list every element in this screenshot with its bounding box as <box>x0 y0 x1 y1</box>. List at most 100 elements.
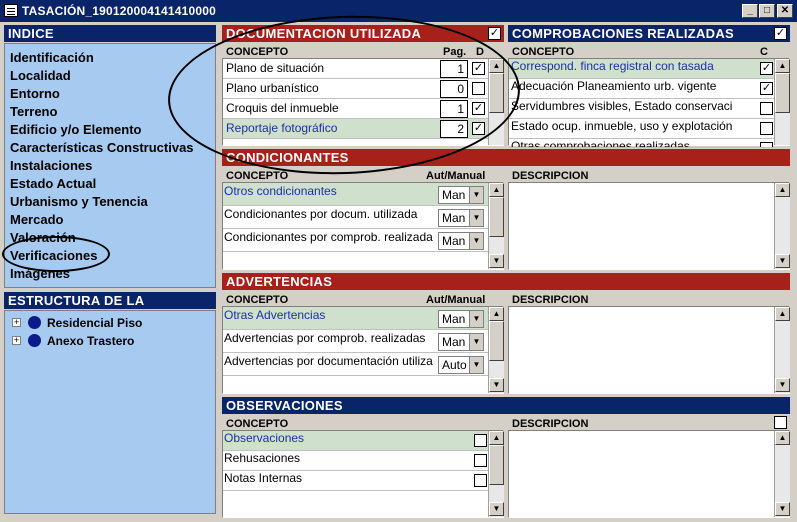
scroll-up-icon[interactable]: ▲ <box>489 307 504 321</box>
condicionantes-row-label: Condicionantes por comprob. realizada <box>224 230 433 244</box>
indice-item[interactable]: Urbanismo y Tenencia <box>10 194 148 209</box>
scroll-down-icon[interactable]: ▼ <box>775 254 790 268</box>
scroll-up-icon[interactable]: ▲ <box>775 431 790 445</box>
comp-row[interactable]: Correspond. finca registral con tasada ✓ <box>509 59 774 79</box>
advertencias-row[interactable]: Advertencias por documentación utiliza Au… <box>223 353 488 376</box>
indice-item[interactable]: Instalaciones <box>10 158 92 173</box>
node-icon <box>28 334 41 347</box>
comp-checkbox[interactable] <box>760 142 773 147</box>
close-button[interactable]: ✕ <box>777 4 793 18</box>
condicionantes-mode-select[interactable]: Man ▼ <box>438 186 484 204</box>
comp-col-concepto: CONCEPTO <box>512 46 575 58</box>
scroll-down-icon[interactable]: ▼ <box>489 254 504 268</box>
advertencias-descripcion[interactable] <box>508 306 790 394</box>
indice-item[interactable]: Terreno <box>10 104 57 119</box>
cond-desc-scrollbar[interactable]: ▲ ▼ <box>774 183 790 269</box>
scroll-up-icon[interactable]: ▲ <box>775 307 790 321</box>
scroll-up-icon[interactable]: ▲ <box>775 183 790 197</box>
condicionantes-row-label: Otros condicionantes <box>224 184 337 198</box>
cond-col-aut: Aut/Manual <box>426 170 486 182</box>
comp-row-label: Servidumbres visibles, Estado conservaci <box>511 99 733 113</box>
scroll-thumb[interactable] <box>489 197 504 237</box>
scroll-down-icon[interactable]: ▼ <box>775 378 790 392</box>
comp-checkbox[interactable]: ✓ <box>760 82 773 95</box>
annotation-ellipse-verificaciones <box>2 236 110 272</box>
estructura-header: ESTRUCTURA DE LA TASACION <box>4 292 216 325</box>
scroll-up-icon[interactable]: ▲ <box>489 431 504 445</box>
indice-item[interactable]: Edificio y/o Elemento <box>10 122 141 137</box>
dropdown-arrow-icon[interactable]: ▼ <box>469 233 483 249</box>
condicionantes-descripcion[interactable] <box>508 182 790 270</box>
obs-row[interactable]: Rehusaciones <box>223 451 488 471</box>
indice-item[interactable]: Entorno <box>10 86 60 101</box>
dropdown-arrow-icon[interactable]: ▼ <box>469 357 483 373</box>
advertencias-row[interactable]: Advertencias por comprob. realizadas Man ▼ <box>223 330 488 353</box>
scroll-up-icon[interactable]: ▲ <box>775 59 790 73</box>
advertencias-mode-select[interactable]: Auto ▼ <box>438 356 484 374</box>
comp-row-label: Adecuación Planeamiento urb. vigente <box>511 79 717 93</box>
adv-col-aut: Aut/Manual <box>426 294 486 306</box>
advertencias-header: ADVERTENCIAS <box>222 273 790 290</box>
observaciones-header: OBSERVACIONES <box>222 397 790 414</box>
advertencias-mode-select[interactable]: Man ▼ <box>438 333 484 351</box>
observaciones-header-checkbox[interactable] <box>774 416 787 429</box>
adv-desc-scrollbar[interactable]: ▲ ▼ <box>774 307 790 393</box>
scroll-thumb[interactable] <box>489 445 504 485</box>
tree-item-anexo-trastero[interactable]: Anexo Trastero <box>47 334 134 348</box>
obs-row-label: Notas Internas <box>224 471 303 485</box>
obs-row-label: Observaciones <box>224 431 305 445</box>
indice-item[interactable]: Localidad <box>10 68 71 83</box>
scroll-thumb[interactable] <box>489 321 504 361</box>
comp-checkbox[interactable] <box>760 102 773 115</box>
scroll-up-icon[interactable]: ▲ <box>489 183 504 197</box>
expand-icon[interactable]: + <box>12 336 21 345</box>
scroll-down-icon[interactable]: ▼ <box>775 502 790 516</box>
indice-item[interactable]: Características Constructivas <box>10 140 194 155</box>
expand-icon[interactable]: + <box>12 318 21 327</box>
adv-col-desc: DESCRIPCION <box>512 294 589 306</box>
obs-checkbox[interactable] <box>474 454 487 467</box>
scroll-thumb[interactable] <box>775 73 790 113</box>
comp-row[interactable]: Otras comprobaciones realizadas <box>509 139 774 148</box>
window-title: TASACIÓN_190120004141410000 <box>22 4 216 18</box>
obs-row[interactable]: Observaciones <box>223 431 488 451</box>
scroll-down-icon[interactable]: ▼ <box>489 502 504 516</box>
comp-checkbox[interactable] <box>760 122 773 135</box>
indice-item[interactable]: Mercado <box>10 212 63 227</box>
condicionantes-mode-select[interactable]: Man ▼ <box>438 209 484 227</box>
dropdown-arrow-icon[interactable]: ▼ <box>469 187 483 203</box>
obs-checkbox[interactable] <box>474 474 487 487</box>
comp-row-label: Correspond. finca registral con tasada <box>511 59 714 73</box>
maximize-button[interactable]: □ <box>759 4 775 18</box>
adv-scrollbar[interactable]: ▲ ▼ <box>488 307 504 393</box>
cond-col-desc: DESCRIPCION <box>512 170 589 182</box>
advertencias-row[interactable]: Otras Advertencias Man ▼ <box>223 307 488 330</box>
obs-row[interactable]: Notas Internas <box>223 471 488 491</box>
scroll-down-icon[interactable]: ▼ <box>489 378 504 392</box>
dropdown-arrow-icon[interactable]: ▼ <box>469 210 483 226</box>
obs-scrollbar[interactable]: ▲ ▼ <box>488 431 504 517</box>
condicionantes-row[interactable]: Condicionantes por comprob. realizada Man… <box>223 229 488 252</box>
comp-checkbox[interactable]: ✓ <box>760 62 773 75</box>
comp-row[interactable]: Servidumbres visibles, Estado conservaci <box>509 99 774 119</box>
condicionantes-row[interactable]: Otros condicionantes Man ▼ <box>223 183 488 206</box>
comp-row[interactable]: Adecuación Planeamiento urb. vigente ✓ <box>509 79 774 99</box>
condicionantes-mode-select[interactable]: Man ▼ <box>438 232 484 250</box>
observaciones-descripcion[interactable] <box>508 430 790 518</box>
comprobaciones-header: COMPROBACIONES REALIZADAS <box>508 25 790 42</box>
comprobaciones-header-checkbox[interactable]: ✓ <box>774 27 787 40</box>
dropdown-arrow-icon[interactable]: ▼ <box>469 334 483 350</box>
minimize-button[interactable]: _ <box>742 4 758 18</box>
indice-item[interactable]: Identificación <box>10 50 94 65</box>
obs-desc-scrollbar[interactable]: ▲ ▼ <box>774 431 790 517</box>
obs-checkbox[interactable] <box>474 434 487 447</box>
tree-item-residencial-piso[interactable]: Residencial Piso <box>47 316 142 330</box>
indice-item[interactable]: Estado Actual <box>10 176 96 191</box>
advertencias-mode-select[interactable]: Man ▼ <box>438 310 484 328</box>
comp-row[interactable]: Estado ocup. inmueble, uso y explotación <box>509 119 774 139</box>
dropdown-arrow-icon[interactable]: ▼ <box>469 311 483 327</box>
cond-scrollbar[interactable]: ▲ ▼ <box>488 183 504 269</box>
comp-scrollbar[interactable]: ▲ <box>774 59 790 145</box>
documentacion-header-checkbox[interactable]: ✓ <box>488 27 501 40</box>
condicionantes-row[interactable]: Condicionantes por docum. utilizada Man ▼ <box>223 206 488 229</box>
